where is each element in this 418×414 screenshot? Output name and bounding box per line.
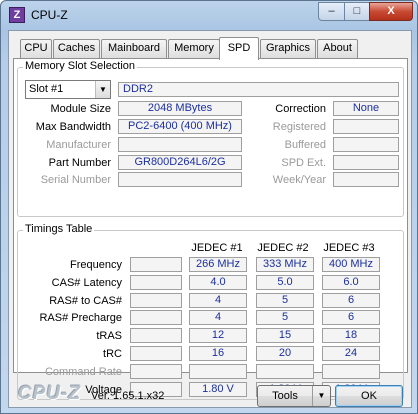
minimize-button[interactable]: –	[318, 2, 345, 21]
tab-memory[interactable]: Memory	[168, 39, 220, 58]
manufacturer-label: Manufacturer	[46, 139, 111, 151]
timing-value-jedec-1: 12	[189, 328, 247, 343]
timing-row-label: RAS# to CAS#	[49, 295, 122, 307]
timing-value-jedec-1: 4.0	[189, 275, 247, 290]
cpuz-app-icon: Z	[9, 7, 25, 23]
timing-value-jedec-3: 6	[322, 293, 380, 308]
timing-value-jedec-1: 4	[189, 293, 247, 308]
timing-row-label: CAS# Latency	[51, 277, 122, 289]
timing-row-label: tRC	[103, 348, 122, 360]
timing-value-jedec-3	[322, 364, 380, 379]
tools-button-label: Tools	[272, 390, 298, 402]
tab-cpu[interactable]: CPU	[20, 39, 52, 58]
buffered-label: Buffered	[284, 139, 326, 151]
timing-value-jedec-3: 24	[322, 346, 380, 361]
module-size-label: Module Size	[50, 103, 111, 115]
spd-panel: Memory Slot Selection Slot #1 ▼ DDR2 Mod…	[13, 58, 408, 400]
window-title: CPU-Z	[31, 8, 68, 22]
week-year-value	[333, 172, 399, 187]
max-bandwidth-label: Max Bandwidth	[35, 121, 111, 133]
tab-spd[interactable]: SPD	[219, 37, 259, 60]
tab-graphics[interactable]: Graphics	[260, 39, 316, 58]
cpuz-brand-logo: CPU-Z	[18, 383, 82, 404]
timing-value-jedec-2	[256, 364, 314, 379]
tools-button[interactable]: Tools ▼	[257, 385, 331, 407]
version-label: Ver. 1.65.1.x32	[91, 390, 165, 402]
timing-row-label: Frequency	[70, 259, 122, 271]
timing-row-spacer-field	[130, 328, 182, 343]
chevron-down-icon[interactable]: ▼	[312, 386, 330, 406]
memory-type-field: DDR2	[118, 82, 399, 97]
timings-col-jedec-2: JEDEC #2	[257, 242, 309, 254]
timing-row-label: tRAS	[96, 330, 122, 342]
timings-col-jedec-3: JEDEC #3	[323, 242, 375, 254]
ok-button[interactable]: OK	[335, 385, 403, 407]
memory-slot-group: Memory Slot Selection Slot #1 ▼ DDR2 Mod…	[17, 60, 404, 217]
registered-label: Registered	[272, 121, 326, 133]
timing-value-jedec-2: 15	[256, 328, 314, 343]
timing-row-spacer-field	[130, 310, 182, 325]
memory-slot-legend: Memory Slot Selection	[23, 60, 138, 72]
tab-mainboard[interactable]: Mainboard	[101, 39, 167, 58]
timings-col-jedec-1: JEDEC #1	[191, 242, 243, 254]
timings-group: Timings Table JEDEC #1 JEDEC #2 JEDEC #3…	[17, 223, 404, 400]
timing-value-jedec-3: 6	[322, 310, 380, 325]
timings-legend: Timings Table	[23, 223, 95, 235]
client-area: CPU Caches Mainboard Memory SPD Graphics…	[8, 30, 412, 408]
tab-caches[interactable]: Caches	[53, 39, 100, 58]
serial-number-label: Serial Number	[40, 174, 111, 186]
timing-value-jedec-3: 400 MHz	[322, 257, 380, 272]
timing-value-jedec-2: 333 MHz	[256, 257, 314, 272]
close-button[interactable]: X	[369, 2, 413, 21]
timing-value-jedec-3: 6.0	[322, 275, 380, 290]
part-number-value: GR800D264L6/2G	[118, 155, 242, 170]
tab-about[interactable]: About	[317, 39, 358, 58]
timing-value-jedec-2: 20	[256, 346, 314, 361]
timing-value-jedec-2: 5.0	[256, 275, 314, 290]
max-bandwidth-value: PC2-6400 (400 MHz)	[118, 119, 242, 134]
timing-row-spacer-field	[130, 257, 182, 272]
timing-value-jedec-3: 18	[322, 328, 380, 343]
manufacturer-value	[118, 137, 242, 152]
title-bar[interactable]: Z CPU-Z – □ X	[1, 1, 417, 29]
timing-value-jedec-2: 5	[256, 310, 314, 325]
timing-value-jedec-1: 1.80 V	[189, 382, 247, 397]
timing-value-jedec-1: 16	[189, 346, 247, 361]
timing-row-spacer-field	[130, 364, 182, 379]
timing-row-spacer-field	[130, 293, 182, 308]
part-number-label: Part Number	[48, 157, 111, 169]
slot-dropdown[interactable]: Slot #1 ▼	[25, 80, 111, 99]
timing-row-spacer-field	[130, 346, 182, 361]
week-year-label: Week/Year	[272, 174, 326, 186]
spd-ext-value	[333, 155, 399, 170]
timing-value-jedec-1: 266 MHz	[189, 257, 247, 272]
timing-row-label: Command Rate	[44, 366, 122, 378]
chevron-down-icon[interactable]: ▼	[95, 81, 110, 98]
serial-number-value	[118, 172, 242, 187]
spd-ext-label: SPD Ext.	[281, 157, 326, 169]
cpuz-window: Z CPU-Z – □ X CPU Caches Mainboard Memor…	[0, 0, 418, 414]
correction-label: Correction	[275, 103, 326, 115]
buffered-value	[333, 137, 399, 152]
registered-value	[333, 119, 399, 134]
module-size-value: 2048 MBytes	[118, 101, 242, 116]
maximize-button[interactable]: □	[344, 2, 370, 21]
correction-value: None	[333, 101, 399, 116]
timing-value-jedec-1	[189, 364, 247, 379]
timing-row-label: RAS# Precharge	[39, 312, 122, 324]
slot-dropdown-value: Slot #1	[29, 83, 64, 95]
timing-row-spacer-field	[130, 275, 182, 290]
timing-value-jedec-2: 5	[256, 293, 314, 308]
timing-value-jedec-1: 4	[189, 310, 247, 325]
